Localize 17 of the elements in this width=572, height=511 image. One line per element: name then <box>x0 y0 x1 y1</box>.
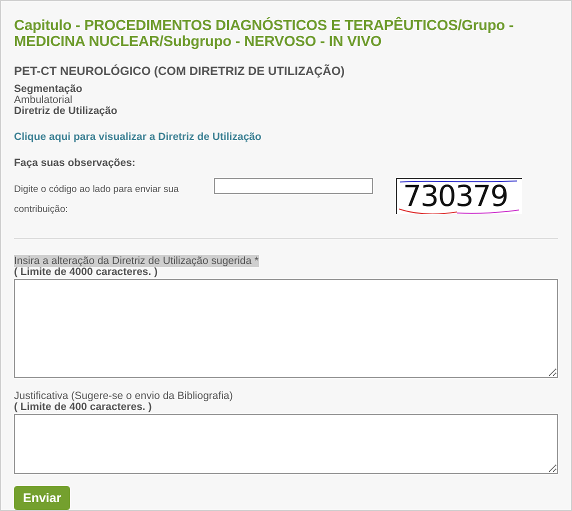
procedure-title: PET-CT NEUROLÓGICO (COM DIRETRIZ DE UTILIZAÇÃO) <box>14 64 346 78</box>
page-heading: Capitulo - PROCEDIMENTOS DIAGNÓSTICOS E TERAPÊUTICOS/Grupo - MEDICINA NUCLEAR/Subgrupo - NERVOSO - IN VIVO <box>14 18 515 50</box>
text-area-field[interactable] <box>14 279 558 378</box>
captcha-image: 730379 <box>396 178 522 214</box>
text-area-field[interactable] <box>14 414 558 474</box>
captcha-prompt: Digite o código ao lado para enviar sua contribuição: <box>14 183 180 217</box>
submit-button[interactable]: Enviar <box>14 486 70 510</box>
captcha-input-field[interactable] <box>214 178 373 194</box>
character-limit: ( Limite de 400 caracteres. ) <box>14 402 153 413</box>
detail-label: Diretriz de Utilização <box>14 106 118 117</box>
detail-value: Ambulatorial <box>14 95 72 106</box>
detail-label: Segmentação <box>14 84 84 95</box>
field-label: Insira a alteração da Diretriz de Utilização sugerida * <box>14 255 259 267</box>
field-label: Justificativa (Sugere-se o envio da Bibliografia) <box>14 390 233 402</box>
guideline-link[interactable]: Clique aqui para visualizar a Diretriz de Utilização <box>14 131 262 143</box>
character-limit: ( Limite de 4000 caracteres. ) <box>14 267 159 278</box>
observations-heading: Faça suas observações: <box>14 157 136 169</box>
